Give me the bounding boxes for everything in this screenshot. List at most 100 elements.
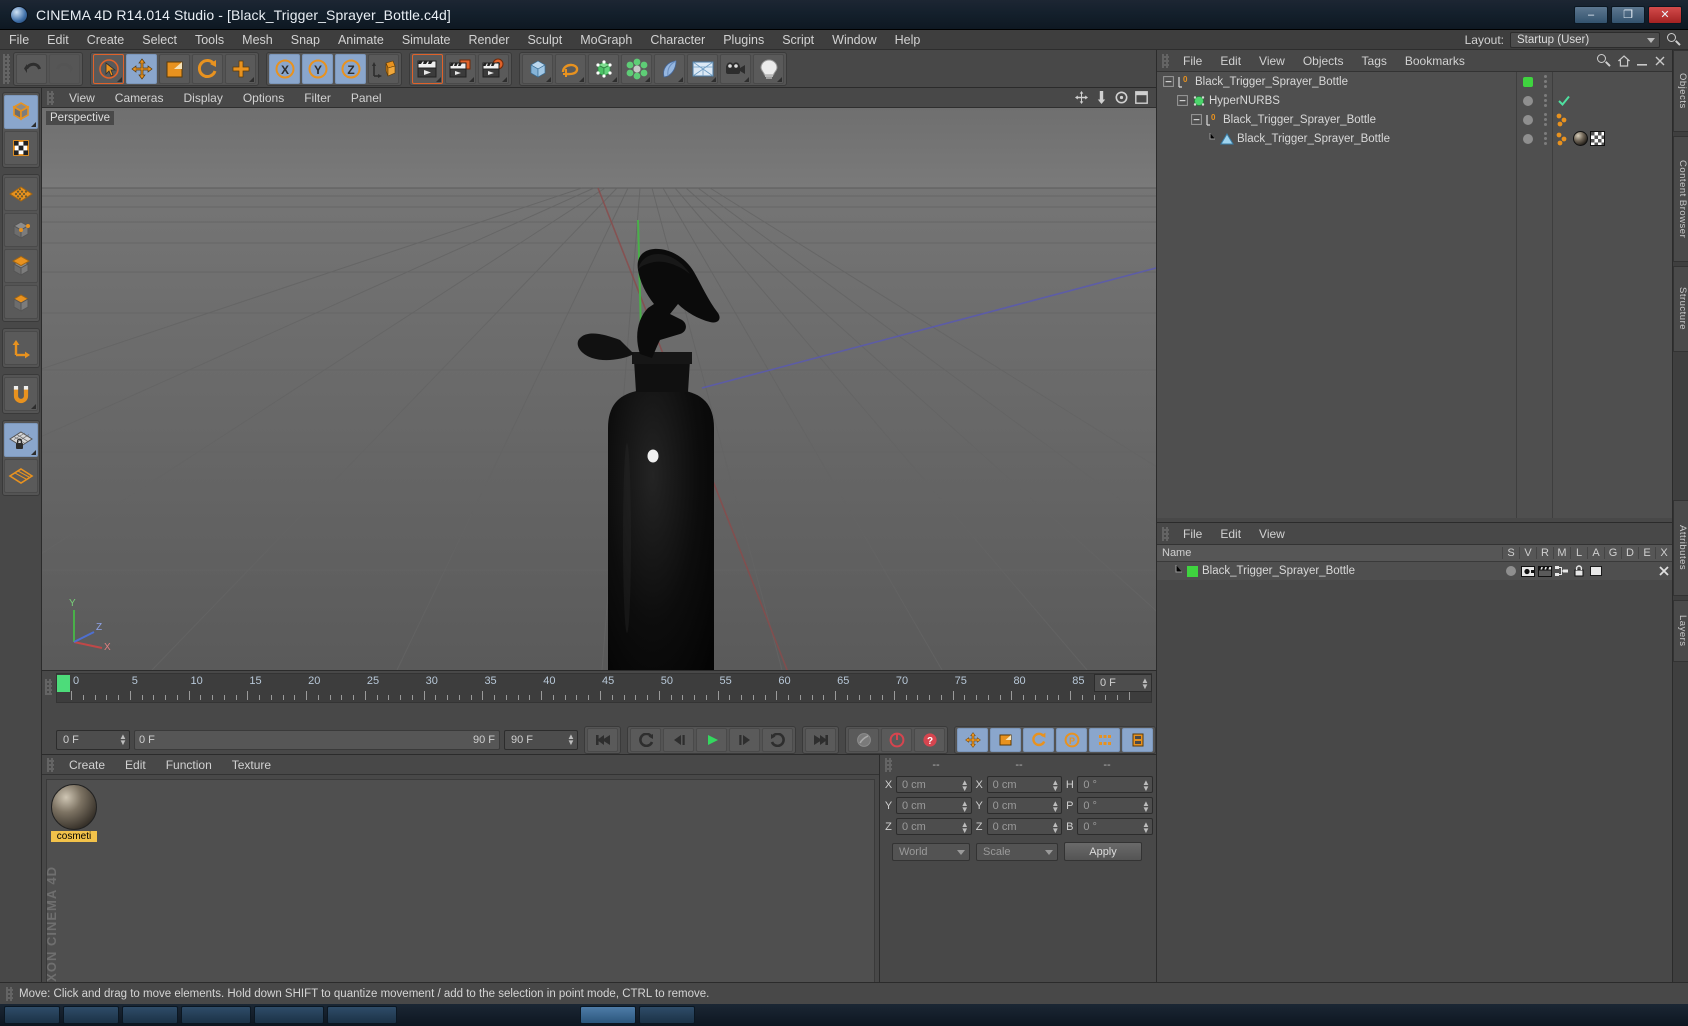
edges-mode-button[interactable]	[3, 213, 38, 247]
rotation-p-field[interactable]: 0 ° ▲ ▼	[1077, 797, 1154, 814]
edge-tab-structure[interactable]: Structure	[1673, 266, 1688, 352]
add-nurbs-button[interactable]	[588, 53, 619, 84]
menu-plugins[interactable]: Plugins	[714, 30, 773, 50]
viewport-menu-view[interactable]: View	[59, 88, 105, 108]
timeline-grip[interactable]	[45, 679, 52, 695]
orange-dots-tag-icon[interactable]	[1555, 131, 1571, 147]
render-settings-button[interactable]	[478, 53, 509, 84]
timeline-ruler[interactable]: 051015202530354045505560657075808590	[56, 673, 1152, 703]
visibility-dots[interactable]	[1543, 75, 1547, 88]
previous-key-button[interactable]	[630, 728, 661, 752]
object-menu-file[interactable]: File	[1174, 50, 1211, 72]
visibility-row-0[interactable]	[1517, 72, 1552, 91]
layers-col-d[interactable]: D	[1621, 547, 1638, 559]
visibility-dot-green[interactable]	[1522, 76, 1533, 87]
visibility-row-3[interactable]	[1517, 129, 1552, 148]
object-tree[interactable]: 0 Black_Trigger_Sprayer_Bottle HyperNURB…	[1157, 72, 1516, 518]
add-camera-button[interactable]	[720, 53, 751, 84]
timeline-scrubber[interactable]: 0 F 90 F	[134, 730, 500, 750]
add-spline-button[interactable]	[555, 53, 586, 84]
key-mode-button[interactable]	[1122, 728, 1153, 752]
layers-col-v[interactable]: V	[1519, 547, 1536, 559]
perspective-viewport[interactable]: Perspective Y X Z	[42, 108, 1156, 670]
add-light-button[interactable]	[753, 53, 784, 84]
menu-help[interactable]: Help	[886, 30, 930, 50]
object-row-3[interactable]: Black_Trigger_Sprayer_Bottle	[1157, 129, 1516, 148]
menu-animate[interactable]: Animate	[329, 30, 393, 50]
expander-minus-icon[interactable]	[1177, 95, 1188, 106]
tags-row-3[interactable]	[1553, 129, 1672, 148]
taskbar-item-active[interactable]	[580, 1006, 636, 1024]
minimize-icon[interactable]	[1636, 55, 1648, 67]
uvw-tag-icon[interactable]	[1590, 131, 1605, 146]
coordinate-system-select[interactable]: World	[892, 842, 970, 861]
visibility-dot-grey[interactable]	[1522, 114, 1533, 125]
layers-col-e[interactable]: E	[1638, 547, 1655, 559]
taskbar-item-3[interactable]	[122, 1006, 178, 1024]
rotation-b-field[interactable]: 0 ° ▲ ▼	[1077, 818, 1154, 835]
close-icon[interactable]	[1654, 55, 1666, 67]
attributes-menu-view[interactable]: View	[1250, 523, 1294, 545]
redo-button[interactable]	[49, 53, 80, 84]
add-tool[interactable]	[225, 53, 256, 84]
texture-mode-button[interactable]	[3, 131, 38, 165]
visibility-dot-grey[interactable]	[1522, 95, 1533, 106]
step-back-button[interactable]	[663, 728, 694, 752]
select-tool[interactable]	[93, 53, 124, 84]
menu-snap[interactable]: Snap	[282, 30, 329, 50]
move-viewport-icon[interactable]	[1075, 91, 1088, 104]
menu-tools[interactable]: Tools	[186, 30, 233, 50]
scale-key-button[interactable]	[990, 728, 1021, 752]
size-z-spinner[interactable]: ▲ ▼	[1051, 821, 1059, 835]
world-object-coordinates[interactable]	[368, 53, 399, 84]
workplane-lock-button[interactable]	[3, 423, 38, 457]
visibility-dots[interactable]	[1543, 132, 1547, 145]
lock-y-axis[interactable]: Y	[302, 53, 333, 84]
position-y-field[interactable]: 0 cm ▲ ▼	[896, 797, 972, 814]
tags-row-1[interactable]	[1553, 91, 1672, 110]
expander-minus-icon[interactable]	[1163, 76, 1174, 87]
taskbar-item-1[interactable]	[4, 1006, 60, 1024]
taskbar-item-7[interactable]	[639, 1006, 695, 1024]
start-frame-spinner[interactable]: ▲ ▼	[119, 733, 127, 747]
menu-mograph[interactable]: MoGraph	[571, 30, 641, 50]
material-menu-grip[interactable]	[47, 757, 54, 772]
current-time-marker[interactable]	[57, 675, 70, 692]
layers-col-l[interactable]: L	[1570, 547, 1587, 559]
coordinate-mode-select[interactable]: Scale	[976, 842, 1058, 861]
position-z-field[interactable]: 0 cm ▲ ▼	[896, 818, 972, 835]
material-item-cosmetic[interactable]: cosmeti	[51, 784, 97, 842]
edge-tab-objects[interactable]: Objects	[1673, 50, 1688, 132]
position-z-spinner[interactable]: ▲ ▼	[961, 821, 969, 835]
object-menu-objects[interactable]: Objects	[1294, 50, 1353, 72]
material-list[interactable]: cosmeti	[46, 779, 875, 999]
menu-character[interactable]: Character	[641, 30, 714, 50]
menu-render[interactable]: Render	[459, 30, 518, 50]
object-menu-tags[interactable]: Tags	[1353, 50, 1396, 72]
visibility-dots[interactable]	[1543, 113, 1547, 126]
taskbar-item-4[interactable]	[181, 1006, 251, 1024]
enable-snapping-button[interactable]	[3, 377, 38, 411]
model-mode-button[interactable]	[3, 95, 38, 129]
scale-tool[interactable]	[159, 53, 190, 84]
polygons-mode-button[interactable]	[3, 249, 38, 283]
render-region-button[interactable]	[445, 53, 476, 84]
viewport-menu-display[interactable]: Display	[173, 88, 232, 108]
size-x-spinner[interactable]: ▲ ▼	[1051, 779, 1059, 793]
status-grip[interactable]	[6, 986, 13, 1001]
play-button[interactable]	[696, 728, 727, 752]
visibility-dots[interactable]	[1543, 94, 1547, 107]
add-cube-button[interactable]	[522, 53, 553, 84]
material-menu-function[interactable]: Function	[156, 755, 222, 775]
layer-cell-v[interactable]	[1519, 565, 1536, 577]
rotate-tool[interactable]	[192, 53, 223, 84]
menu-sculpt[interactable]: Sculpt	[518, 30, 571, 50]
end-frame-spinner[interactable]: ▲ ▼	[567, 733, 575, 747]
apply-button[interactable]: Apply	[1064, 842, 1142, 861]
object-row-0[interactable]: 0 Black_Trigger_Sprayer_Bottle	[1157, 72, 1516, 91]
end-frame-field[interactable]: 90 F ▲ ▼	[504, 730, 578, 750]
start-frame-field[interactable]: 0 F ▲ ▼	[56, 730, 130, 750]
close-button[interactable]: ✕	[1648, 5, 1682, 24]
frame-spinner[interactable]: ▲ ▼	[1141, 677, 1149, 691]
taskbar-item-2[interactable]	[63, 1006, 119, 1024]
